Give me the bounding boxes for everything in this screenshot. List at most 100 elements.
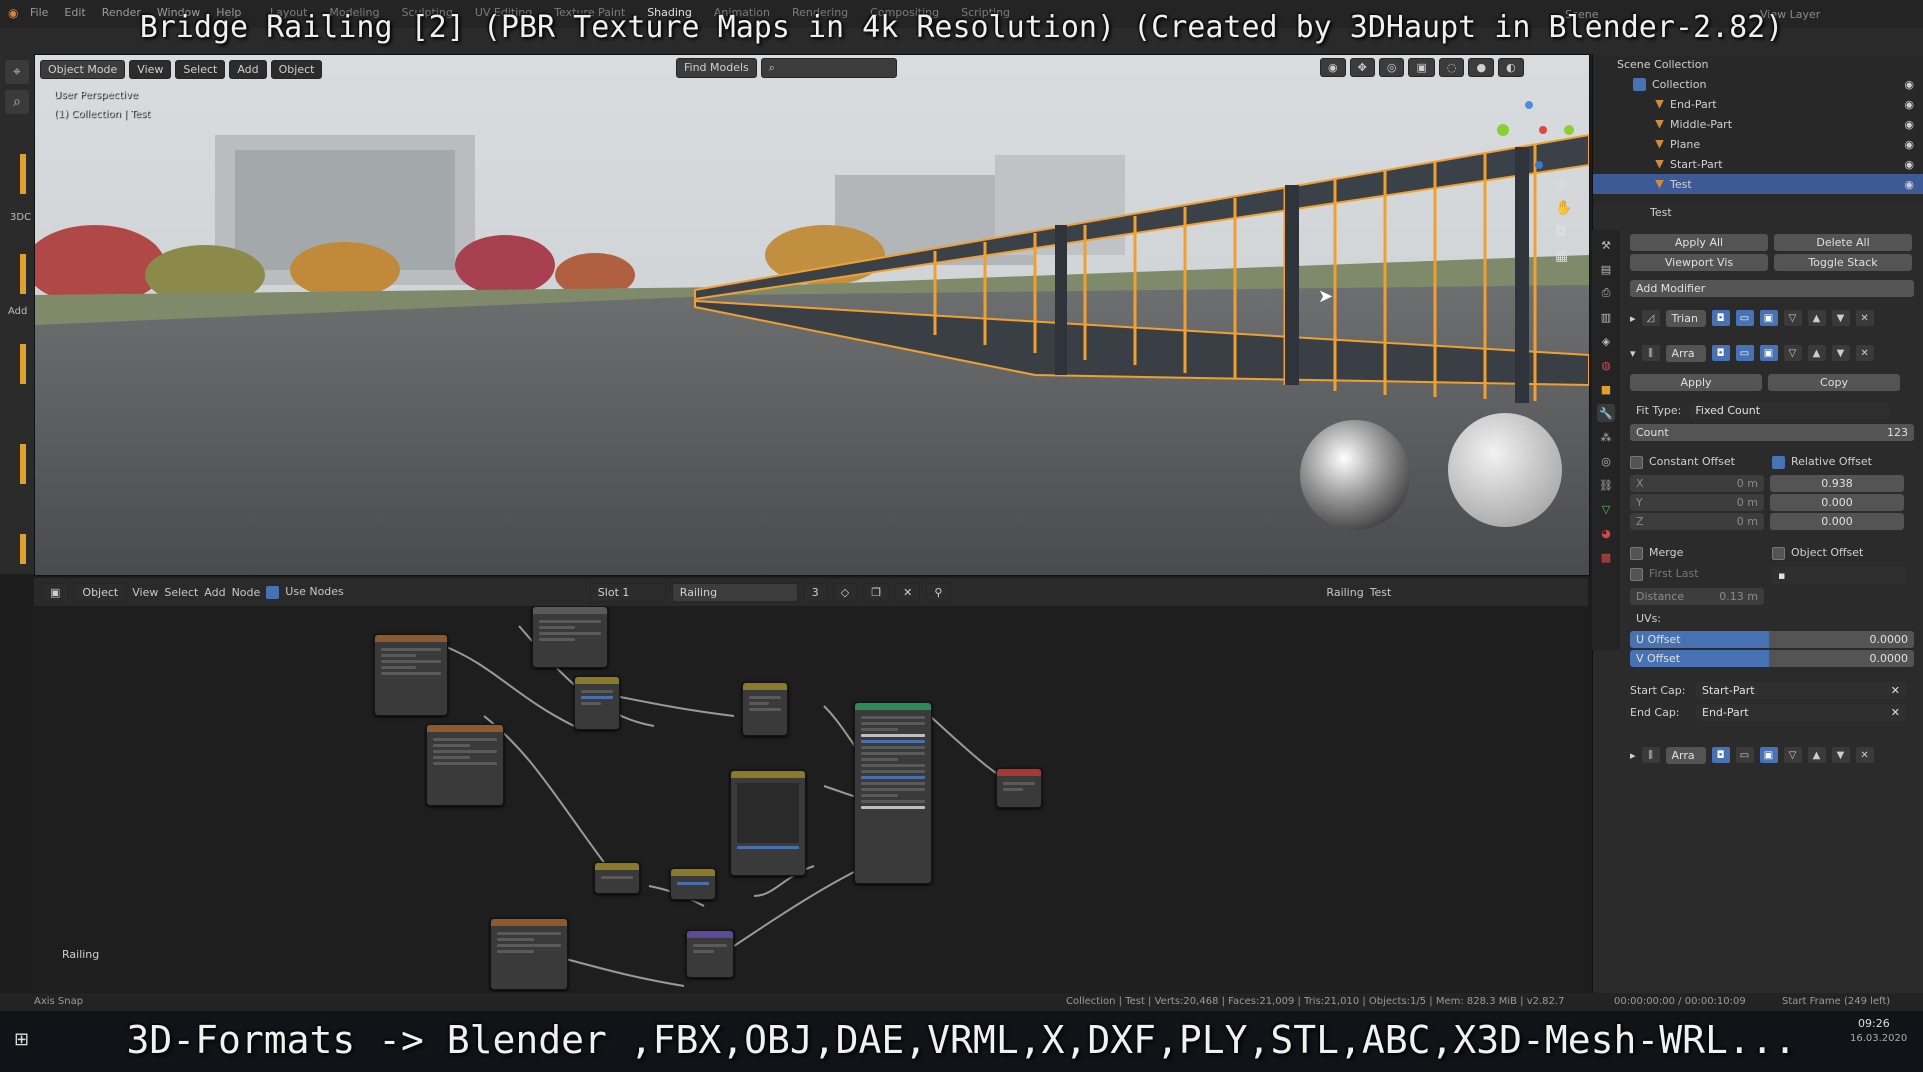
constant-offset-y-field[interactable]: Y 0 m: [1630, 494, 1764, 511]
expand-arrow-icon[interactable]: ▾: [1630, 347, 1636, 360]
node-menu-add[interactable]: Add: [204, 586, 225, 599]
constant-offset-z-field[interactable]: Z 0 m: [1630, 513, 1764, 530]
xray-icon[interactable]: ▣: [1408, 58, 1435, 77]
add-modifier-dropdown[interactable]: Add Modifier: [1630, 280, 1914, 297]
constant-offset-x-field[interactable]: X 0 m: [1630, 475, 1764, 492]
modifier-name-field[interactable]: Arra: [1665, 746, 1706, 764]
modifier-name-field[interactable]: Trian: [1665, 309, 1706, 327]
monitor-icon[interactable]: ▭: [1735, 747, 1754, 763]
relative-offset-x-field[interactable]: 0.938: [1770, 475, 1904, 492]
outliner-item[interactable]: Middle-Part ◉: [1593, 114, 1923, 134]
find-models-search-field[interactable]: ⌕: [760, 58, 897, 78]
image-texture-node[interactable]: [490, 918, 568, 990]
modifier-header-array-2[interactable]: ▸ ⫼ Arra ◘ ▭ ▣ ▽ ▲ ▼ ✕: [1630, 744, 1914, 766]
object-offset-checkbox[interactable]: Object Offset: [1772, 546, 1863, 560]
particles-tab-icon[interactable]: ⁂: [1597, 428, 1615, 446]
apply-button[interactable]: Apply: [1630, 374, 1762, 391]
unlink-material-icon[interactable]: ✕: [895, 582, 921, 602]
move-down-icon[interactable]: ▼: [1831, 747, 1850, 763]
duplicate-material-icon[interactable]: ❐: [863, 582, 890, 602]
eye-icon[interactable]: ◉: [1904, 118, 1914, 131]
image-texture-node[interactable]: [374, 634, 448, 716]
move-up-icon[interactable]: ▲: [1807, 310, 1826, 326]
end-cap-field[interactable]: End-Part ✕: [1696, 704, 1906, 721]
3d-viewport[interactable]: [34, 54, 1590, 576]
viewport-menu-view[interactable]: View: [129, 59, 172, 79]
node-menu-view[interactable]: View: [132, 586, 158, 599]
pin-icon[interactable]: ⚲: [926, 582, 951, 602]
converter-node[interactable]: [742, 682, 788, 736]
shading-solid-icon[interactable]: ●: [1468, 58, 1495, 77]
camera-render-icon[interactable]: ◘: [1711, 747, 1730, 763]
outliner-item-selected[interactable]: Test ◉: [1593, 174, 1923, 194]
close-icon[interactable]: ✕: [1855, 345, 1874, 361]
relative-offset-checkbox[interactable]: Relative Offset: [1772, 455, 1872, 469]
use-nodes-checkbox[interactable]: Use Nodes: [266, 585, 344, 599]
rgb-curves-node[interactable]: [730, 770, 806, 876]
outliner-item[interactable]: Start-Part ◉: [1593, 154, 1923, 174]
move-up-icon[interactable]: ▲: [1807, 345, 1826, 361]
node-menu-select[interactable]: Select: [164, 586, 198, 599]
material-right-label[interactable]: Railing: [1326, 586, 1363, 599]
node-menu-node[interactable]: Node: [232, 586, 261, 599]
toggle-stack-button[interactable]: Toggle Stack: [1774, 254, 1912, 271]
move-up-icon[interactable]: ▲: [1807, 747, 1826, 763]
copy-button[interactable]: Copy: [1768, 374, 1900, 391]
output-tab-icon[interactable]: ⎙: [1597, 284, 1615, 302]
image-texture-node[interactable]: [532, 606, 608, 668]
material-output-node[interactable]: [996, 768, 1042, 808]
scene-tab-icon[interactable]: ◈: [1597, 332, 1615, 350]
expand-arrow-icon[interactable]: ▸: [1630, 312, 1636, 325]
relative-offset-z-field[interactable]: 0.000: [1770, 513, 1904, 530]
fit-type-dropdown[interactable]: Fixed Count: [1689, 402, 1890, 419]
eye-icon[interactable]: ◉: [1904, 178, 1914, 191]
viewport-menu-add[interactable]: Add: [229, 59, 267, 79]
modifier-header-array[interactable]: ▾ ⫼ Arra ◘ ▭ ▣ ▽ ▲ ▼ ✕: [1630, 342, 1914, 364]
expand-arrow-icon[interactable]: ▸: [1630, 749, 1636, 762]
first-last-checkbox[interactable]: First Last: [1630, 567, 1772, 584]
viewport-menu-select[interactable]: Select: [175, 59, 226, 79]
cage-icon[interactable]: ▽: [1783, 345, 1802, 361]
editor-type-icon[interactable]: ▣: [42, 582, 69, 602]
grid-icon[interactable]: ▦: [1555, 248, 1572, 264]
slot-dropdown[interactable]: Slot 1: [589, 582, 666, 602]
tool-tab-icon[interactable]: ⚒: [1597, 236, 1615, 254]
close-icon[interactable]: ✕: [1855, 747, 1874, 763]
vector-node[interactable]: [686, 930, 734, 978]
v-offset-field[interactable]: V Offset 0.0000: [1630, 650, 1914, 667]
constant-offset-checkbox[interactable]: Constant Offset: [1630, 455, 1772, 469]
gizmo-toggle-icon[interactable]: ✥: [1349, 58, 1375, 77]
modifier-tab-icon[interactable]: 🔧: [1597, 404, 1615, 422]
node-editor-canvas[interactable]: Railing: [34, 606, 1588, 992]
viewport-menu-object[interactable]: Object: [270, 59, 323, 79]
offset-object-field[interactable]: ▪: [1772, 567, 1906, 584]
close-icon[interactable]: ✕: [1855, 310, 1874, 326]
editmode-icon[interactable]: ▣: [1759, 345, 1778, 361]
physics-tab-icon[interactable]: ◎: [1597, 452, 1615, 470]
cage-icon[interactable]: ▽: [1783, 310, 1802, 326]
find-models-dropdown[interactable]: Find Models: [676, 58, 757, 78]
monitor-icon[interactable]: ▭: [1735, 310, 1754, 326]
cage-icon[interactable]: ▽: [1783, 747, 1802, 763]
converter-node[interactable]: [594, 862, 640, 894]
normal-map-node[interactable]: [670, 868, 716, 900]
camera-render-icon[interactable]: ◘: [1711, 345, 1730, 361]
editmode-icon[interactable]: ▣: [1759, 747, 1778, 763]
constraints-tab-icon[interactable]: ⛓: [1597, 476, 1615, 494]
clear-icon[interactable]: ✕: [1891, 706, 1900, 719]
material-users-count[interactable]: 3: [803, 582, 827, 602]
object-right-label[interactable]: Test: [1370, 586, 1392, 599]
object-type-dropdown[interactable]: Object: [74, 582, 127, 602]
clear-icon[interactable]: ✕: [1891, 684, 1900, 697]
move-down-icon[interactable]: ▼: [1831, 345, 1850, 361]
select-tool-icon[interactable]: ⌖: [5, 60, 29, 84]
principled-bsdf-node[interactable]: [854, 702, 932, 884]
eye-icon[interactable]: ◉: [1904, 138, 1914, 151]
eye-icon[interactable]: ◉: [1904, 158, 1914, 171]
material-tab-icon[interactable]: ◕: [1597, 524, 1615, 542]
object-mode-dropdown[interactable]: Object Mode: [40, 59, 126, 79]
material-selector[interactable]: Railing: [671, 582, 798, 602]
shading-material-icon[interactable]: ◐: [1498, 58, 1524, 77]
world-tab-icon[interactable]: ◍: [1597, 356, 1615, 374]
overlay-toggle-icon[interactable]: ◎: [1378, 58, 1405, 77]
